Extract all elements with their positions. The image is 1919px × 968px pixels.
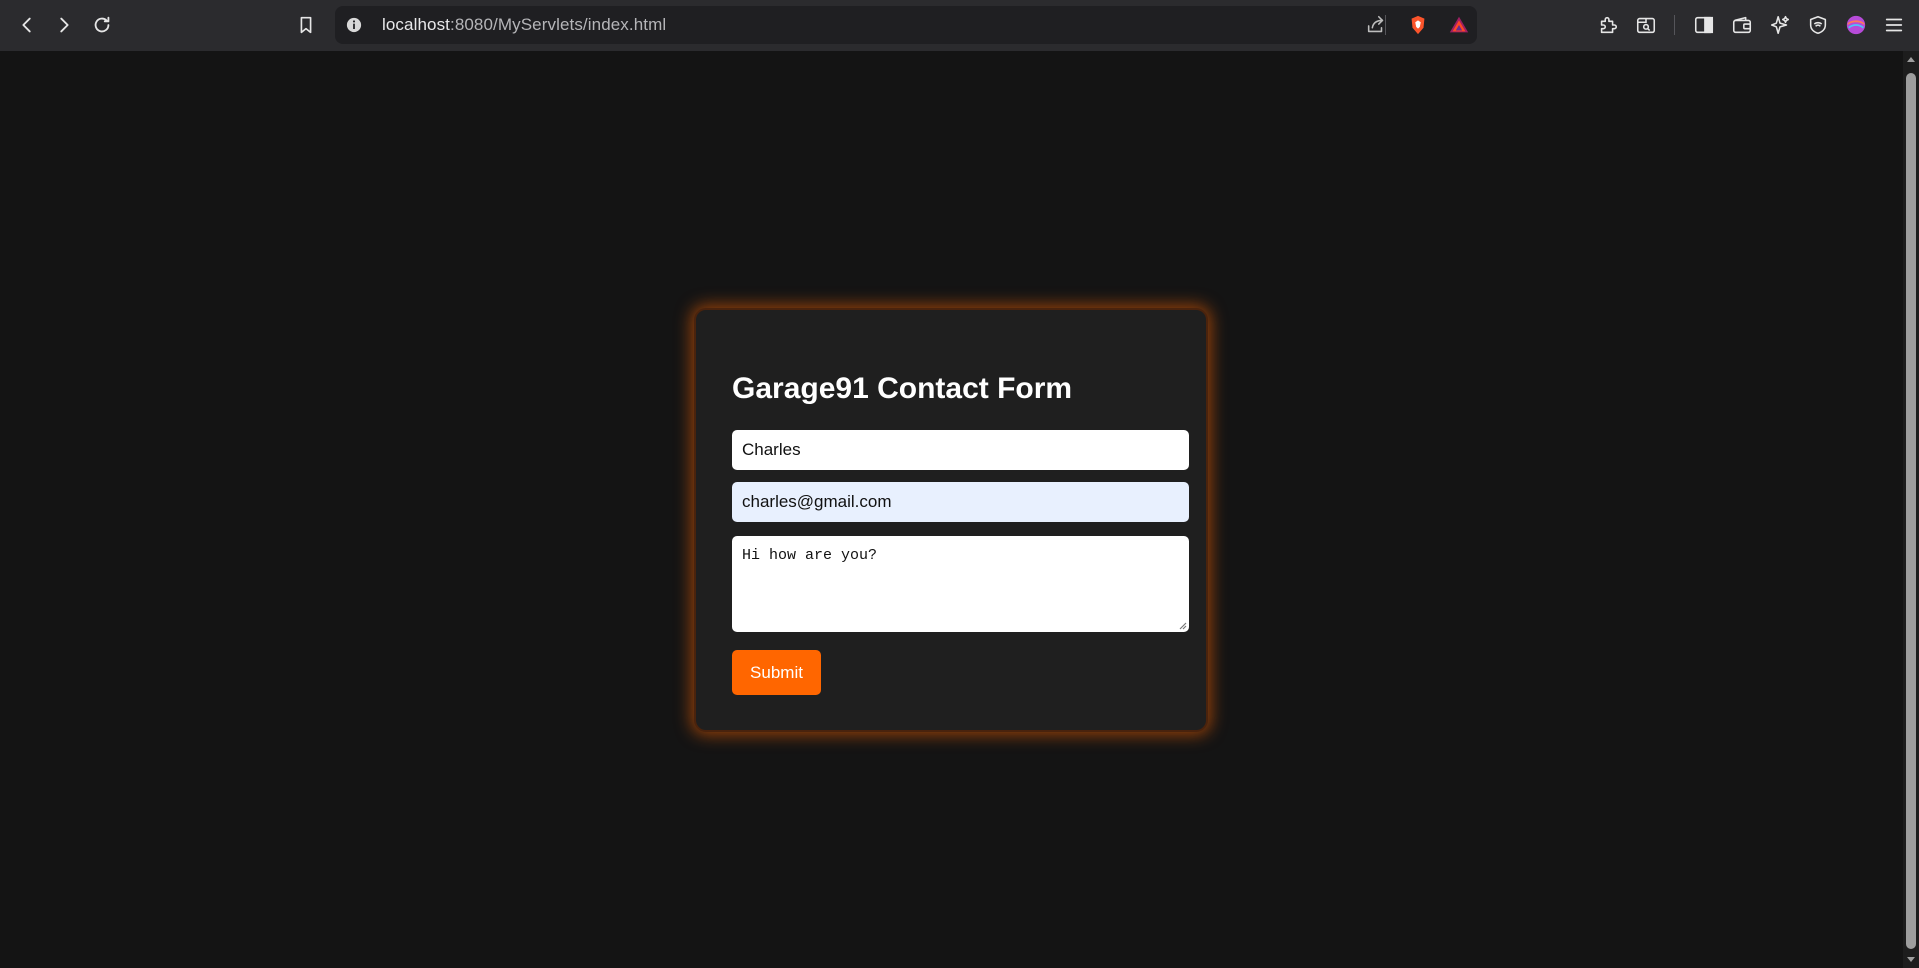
brave-shields-icon[interactable]	[1404, 11, 1432, 39]
leo-ai-icon[interactable]	[1766, 11, 1794, 39]
scroll-up-arrow-icon[interactable]	[1906, 55, 1916, 65]
scroll-down-arrow-icon[interactable]	[1906, 954, 1916, 964]
forward-icon[interactable]	[48, 9, 80, 41]
tab-search-icon[interactable]	[1632, 11, 1660, 39]
wallet-icon[interactable]	[1728, 11, 1756, 39]
resize-grip-icon[interactable]	[1177, 620, 1187, 630]
form-title: Garage91 Contact Form	[732, 372, 1073, 405]
url-text: localhost:8080/MyServlets/index.html	[382, 15, 666, 35]
menu-icon[interactable]	[1880, 11, 1908, 39]
brave-rewards-icon[interactable]	[1445, 11, 1473, 39]
back-icon[interactable]	[11, 9, 43, 41]
scrollbar-thumb[interactable]	[1906, 73, 1916, 949]
address-bar[interactable]: localhost:8080/MyServlets/index.html	[335, 6, 1477, 44]
name-field[interactable]	[732, 430, 1189, 470]
sidebar-icon[interactable]	[1690, 11, 1718, 39]
reload-icon[interactable]	[86, 9, 118, 41]
vpn-icon[interactable]	[1804, 11, 1832, 39]
extensions-icon[interactable]	[1594, 11, 1622, 39]
address-separator	[1385, 15, 1386, 35]
toolbar-separator	[1674, 15, 1675, 35]
bookmark-icon[interactable]	[290, 9, 322, 41]
profile-avatar-icon[interactable]	[1842, 11, 1870, 39]
browser-toolbar: localhost:8080/MyServlets/index.html	[0, 0, 1919, 51]
url-path: :8080/MyServlets/index.html	[450, 15, 667, 34]
email-field[interactable]	[732, 482, 1189, 522]
vertical-scrollbar[interactable]	[1903, 51, 1919, 968]
site-info-icon[interactable]	[345, 16, 363, 34]
url-host: localhost	[382, 15, 450, 34]
submit-button[interactable]: Submit	[732, 650, 821, 695]
message-field[interactable]: Hi how are you?	[732, 536, 1189, 632]
contact-form-card: Garage91 Contact Form Hi how are you? Su…	[694, 308, 1208, 732]
